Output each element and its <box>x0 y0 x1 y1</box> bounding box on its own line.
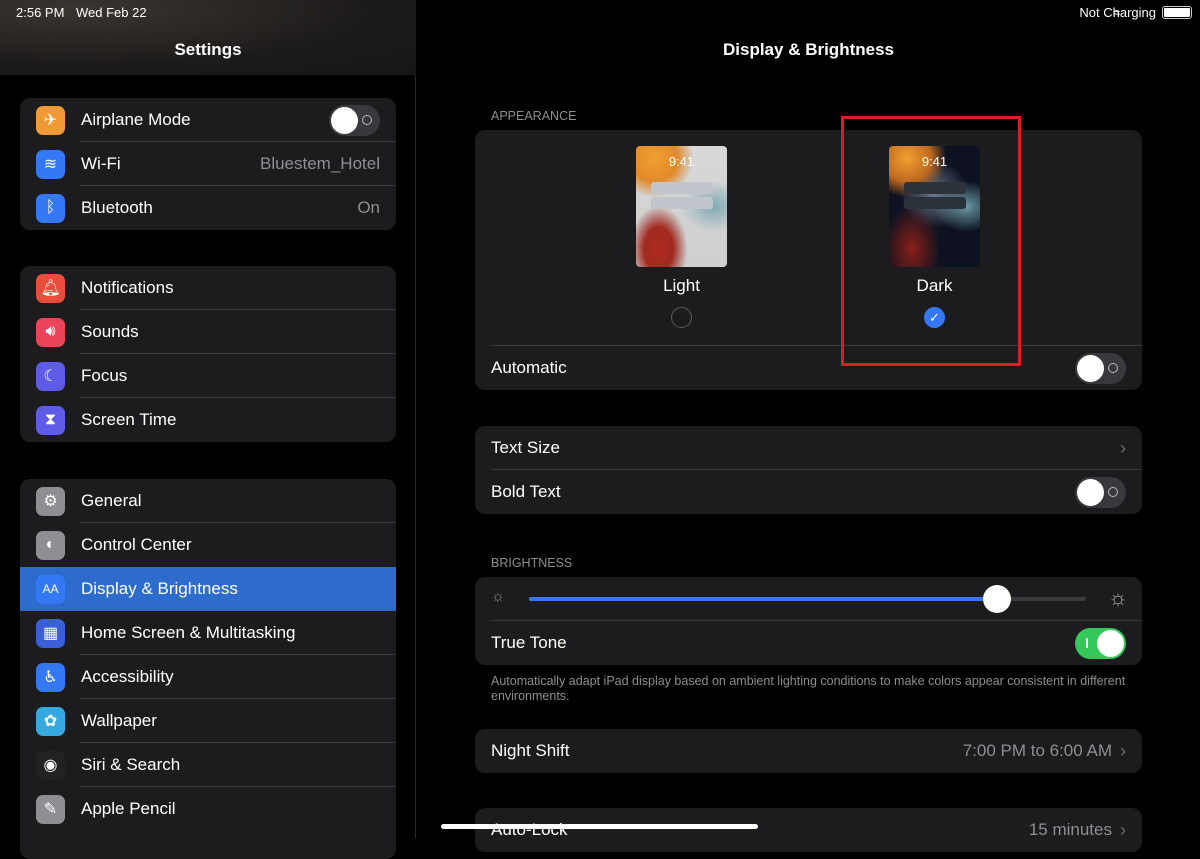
settings-group-general: ⚙ General ◐ Control Center AA Display & Brigh… <box>20 479 396 859</box>
flower-icon: ✿ <box>36 707 65 736</box>
pencil-icon: ✎ <box>36 795 65 824</box>
light-label: Light <box>636 276 727 296</box>
sidebar-item-sounds[interactable]: 🔊︎ Sounds <box>20 310 396 354</box>
bluetooth-icon: ᛒ <box>36 194 65 223</box>
battery-icon <box>1162 6 1192 19</box>
hourglass-icon: ⧗ <box>36 406 65 435</box>
night-shift-label: Night Shift <box>491 741 963 761</box>
sidebar-title: Settings <box>0 40 416 60</box>
sidebar-item-label: Home Screen & Multitasking <box>81 623 396 643</box>
grid-icon: ▦ <box>36 619 65 648</box>
brightness-card: ☼ ☼ True Tone <box>475 577 1142 665</box>
auto-lock-row[interactable]: Auto-Lock15 minutes › <box>475 808 1142 852</box>
airplane-icon: ✈ <box>36 106 65 135</box>
sidebar-item-value: Bluestem_Hotel <box>260 154 380 174</box>
switches-icon: ◐ <box>36 531 65 560</box>
settings-group-connectivity: ✈ Airplane Mode ≋ Wi-FiBluestem_Hotel ᛒ Bluet… <box>20 98 396 230</box>
battery-status: Not Charging <box>1079 5 1156 20</box>
appearance-header: APPEARANCE <box>491 109 576 123</box>
sidebar-item-siri-search[interactable]: ◉ Siri & Search <box>20 743 396 787</box>
sidebar-item-airplane-mode[interactable]: ✈ Airplane Mode <box>20 98 396 142</box>
sidebar-item-label: Display & Brightness <box>81 579 396 599</box>
bold-text-row: Bold Text <box>475 470 1142 514</box>
night-shift-value: 7:00 PM to 6:00 AM <box>963 741 1112 761</box>
sidebar-item-label: Siri & Search <box>81 755 396 775</box>
sidebar: 2:56 PM Wed Feb 22 Settings ✈ Airplane Mo… <box>0 0 416 838</box>
sidebar-item-screen-time[interactable]: ⧗ Screen Time <box>20 398 396 442</box>
sidebar-item-label: General <box>81 491 396 511</box>
status-time: 2:56 PM <box>16 5 64 20</box>
sidebar-item-control-center[interactable]: ◐ Control Center <box>20 523 396 567</box>
light-radio[interactable] <box>671 307 692 328</box>
chevron-right-icon: › <box>1120 438 1126 459</box>
speaker-icon: 🔊︎ <box>36 318 65 347</box>
sun-large-icon: ☼ <box>1108 585 1128 611</box>
sidebar-item-bluetooth[interactable]: ᛒ BluetoothOn <box>20 186 396 230</box>
night-shift-row[interactable]: Night Shift7:00 PM to 6:00 AM › <box>475 729 1142 773</box>
true-tone-footnote: Automatically adapt iPad display based o… <box>491 674 1131 704</box>
sidebar-item-label: Wallpaper <box>81 711 396 731</box>
bold-text-toggle[interactable] <box>1075 477 1126 508</box>
home-indicator[interactable] <box>441 824 758 829</box>
brightness-row: ☼ ☼ <box>475 577 1142 621</box>
moon-icon: ☾ <box>36 362 65 391</box>
sidebar-item-home-screen-multitasking[interactable]: ▦ Home Screen & Multitasking <box>20 611 396 655</box>
sidebar-item-accessibility[interactable]: ♿︎ Accessibility <box>20 655 396 699</box>
bell-icon: 🔔︎ <box>36 274 65 303</box>
sidebar-item-label: Bluetooth <box>81 198 357 218</box>
sidebar-item-label: Screen Time <box>81 410 396 430</box>
bold-text-label: Bold Text <box>491 482 1075 502</box>
sidebar-item-label: Airplane Mode <box>81 110 329 130</box>
highlight-box <box>841 116 1021 366</box>
true-tone-label: True Tone <box>491 633 1075 653</box>
chevron-right-icon: › <box>1120 820 1126 841</box>
appearance-card: 9:41 Light 9:41 Dark ✓ Automatic <box>475 130 1142 390</box>
auto-lock-card: Auto-Lock15 minutes › <box>475 808 1142 852</box>
sidebar-item-label: Notifications <box>81 278 396 298</box>
sidebar-item-label: Control Center <box>81 535 396 555</box>
automatic-toggle[interactable] <box>1075 353 1126 384</box>
accessibility-icon: ♿︎ <box>36 663 65 692</box>
brightness-knob[interactable] <box>983 585 1011 613</box>
sidebar-item-wi-fi[interactable]: ≋ Wi-FiBluestem_Hotel <box>20 142 396 186</box>
siri-icon: ◉ <box>36 751 65 780</box>
brightness-header: BRIGHTNESS <box>491 556 572 570</box>
sidebar-item-focus[interactable]: ☾ Focus <box>20 354 396 398</box>
text-size-icon: AA <box>36 575 65 604</box>
gear-icon: ⚙ <box>36 487 65 516</box>
automatic-row: Automatic <box>475 346 1142 390</box>
sidebar-item-label: Apple Pencil <box>81 799 396 819</box>
brightness-slider[interactable] <box>529 597 1086 601</box>
sun-small-icon: ☼ <box>491 588 505 605</box>
sidebar-item-general[interactable]: ⚙ General <box>20 479 396 523</box>
text-card: Text Size› Bold Text <box>475 426 1142 514</box>
light-mode-thumbnail[interactable]: 9:41 <box>636 146 727 267</box>
sidebar-item-notifications[interactable]: 🔔︎ Notifications <box>20 266 396 310</box>
true-tone-row: True Tone <box>475 621 1142 665</box>
text-size-row[interactable]: Text Size› <box>475 426 1142 470</box>
sidebar-item-label: Focus <box>81 366 396 386</box>
airplane-mode-toggle[interactable] <box>329 105 380 136</box>
sidebar-header: 2:56 PM Wed Feb 22 Settings <box>0 0 416 75</box>
sidebar-item-display-brightness[interactable]: AA Display & Brightness <box>20 567 396 611</box>
settings-group-notifications: 🔔︎ Notifications 🔊︎ Sounds ☾ Focus ⧗ Screen Tim… <box>20 266 396 442</box>
sidebar-item-wallpaper[interactable]: ✿ Wallpaper <box>20 699 396 743</box>
sidebar-item-apple-pencil[interactable]: ✎ Apple Pencil <box>20 787 396 831</box>
chevron-right-icon: › <box>1120 741 1126 762</box>
wifi-icon: ≋ <box>36 150 65 179</box>
status-date: Wed Feb 22 <box>76 5 147 20</box>
true-tone-toggle[interactable] <box>1075 628 1126 659</box>
thumbnail-time: 9:41 <box>636 154 727 169</box>
text-size-label: Text Size <box>491 438 1120 458</box>
sidebar-item-label: Accessibility <box>81 667 396 687</box>
sidebar-item-label: Wi-Fi <box>81 154 260 174</box>
auto-lock-value: 15 minutes <box>1029 820 1112 840</box>
brightness-fill <box>529 597 997 601</box>
sidebar-item-value: On <box>357 198 380 218</box>
page-title: Display & Brightness <box>417 40 1200 60</box>
night-shift-card: Night Shift7:00 PM to 6:00 AM › <box>475 729 1142 773</box>
sidebar-item-label: Sounds <box>81 322 396 342</box>
auto-lock-label: Auto-Lock <box>491 820 1029 840</box>
